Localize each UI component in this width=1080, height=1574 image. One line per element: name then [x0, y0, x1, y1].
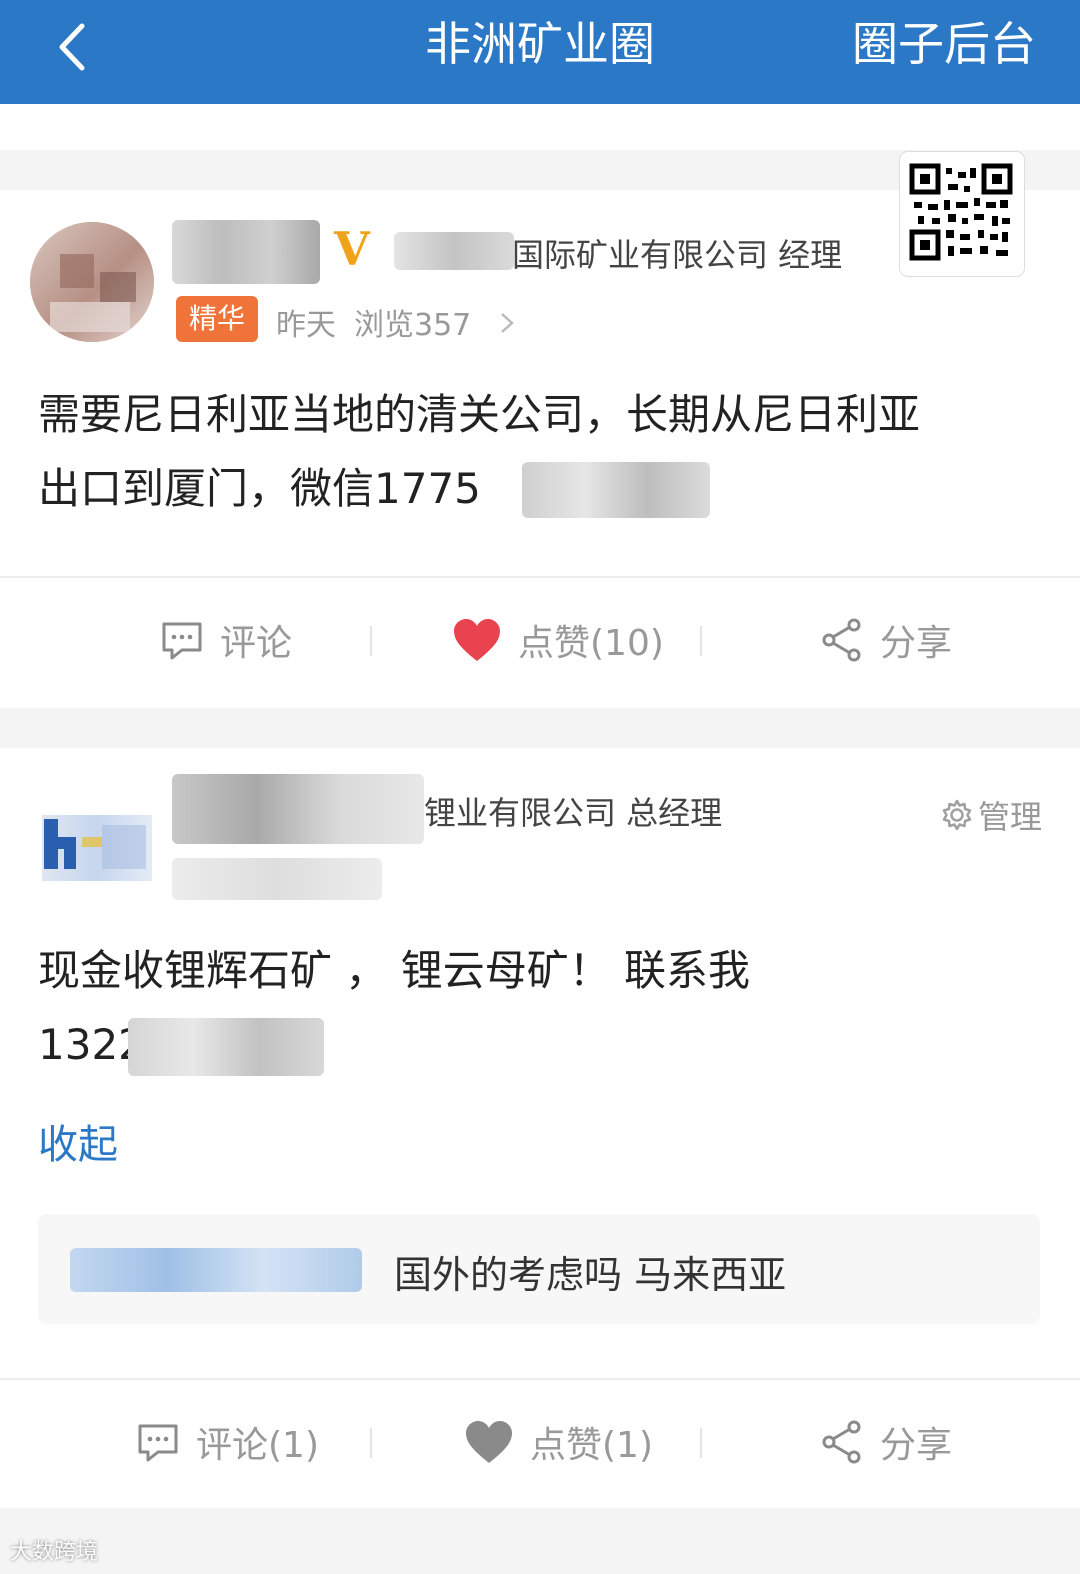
like-label: 点赞(10): [518, 623, 664, 664]
like-button[interactable]: 点赞(1): [464, 1416, 653, 1468]
author-company: 锂业有限公司 总经理: [424, 794, 723, 832]
qr-code-icon: [909, 163, 1013, 261]
avatar[interactable]: [42, 815, 152, 881]
view-count: 浏览357: [354, 308, 472, 343]
like-button[interactable]: 点赞(10): [452, 614, 664, 666]
gear-icon: [942, 799, 972, 831]
manage-label: 管理: [978, 798, 1043, 836]
divider: [700, 1428, 702, 1458]
post-content-line: 需要尼日利亚当地的清关公司，长期从尼日利亚: [38, 390, 921, 439]
comment-icon: [162, 622, 202, 660]
share-icon: [822, 618, 861, 662]
like-label: 点赞(1): [530, 1425, 653, 1466]
divider: [370, 626, 372, 656]
comment-label: 评论(1): [196, 1425, 319, 1466]
featured-tag: 精华: [176, 296, 258, 342]
section-divider: [0, 1508, 1080, 1574]
back-button[interactable]: [44, 12, 114, 82]
heart-icon: [454, 619, 500, 661]
phone-redacted: [128, 1018, 324, 1076]
chevron-left-icon: [59, 23, 85, 71]
divider: [700, 626, 702, 656]
manage-button[interactable]: 管理: [940, 792, 1042, 838]
commenter-redacted: [70, 1248, 362, 1292]
verified-badge: V: [334, 222, 370, 276]
divider: [0, 1378, 1080, 1380]
qr-code[interactable]: [900, 152, 1024, 276]
collapse-link[interactable]: 收起: [38, 1112, 118, 1170]
username-redacted: [172, 220, 320, 284]
share-button[interactable]: 分享: [820, 1416, 952, 1468]
heart-icon: [466, 1421, 512, 1463]
chevron-right-icon[interactable]: [499, 308, 515, 343]
company-redacted: [394, 232, 514, 270]
section-divider: [0, 708, 1080, 748]
post-content-line: 出口到厦门，微信1775: [38, 464, 481, 513]
avatar[interactable]: [30, 222, 154, 342]
comment-label: 评论: [220, 623, 293, 664]
divider: [0, 576, 1080, 578]
comment-icon: [138, 1424, 178, 1462]
meta-redacted: [172, 858, 382, 900]
phone-redacted: [522, 462, 710, 518]
share-icon: [822, 1420, 861, 1464]
post-content-line: 现金收锂辉石矿 ， 锂云母矿！ 联系我: [38, 946, 751, 995]
share-label: 分享: [880, 1425, 953, 1466]
divider: [370, 1428, 372, 1458]
author-company: 国际矿业有限公司 经理: [512, 236, 843, 274]
circle-admin-link[interactable]: 圈子后台: [852, 16, 1036, 72]
share-label: 分享: [880, 623, 953, 664]
post-meta: 昨天 浏览357: [276, 300, 515, 344]
username-redacted: [172, 774, 424, 844]
post-time: 昨天: [276, 308, 336, 343]
watermark: 大数跨境: [10, 1540, 99, 1565]
comment-button[interactable]: 评论: [160, 614, 292, 666]
comment-text: 国外的考虑吗 马来西亚: [394, 1253, 787, 1297]
share-button[interactable]: 分享: [820, 614, 952, 666]
comment-button[interactable]: 评论(1): [136, 1416, 319, 1468]
